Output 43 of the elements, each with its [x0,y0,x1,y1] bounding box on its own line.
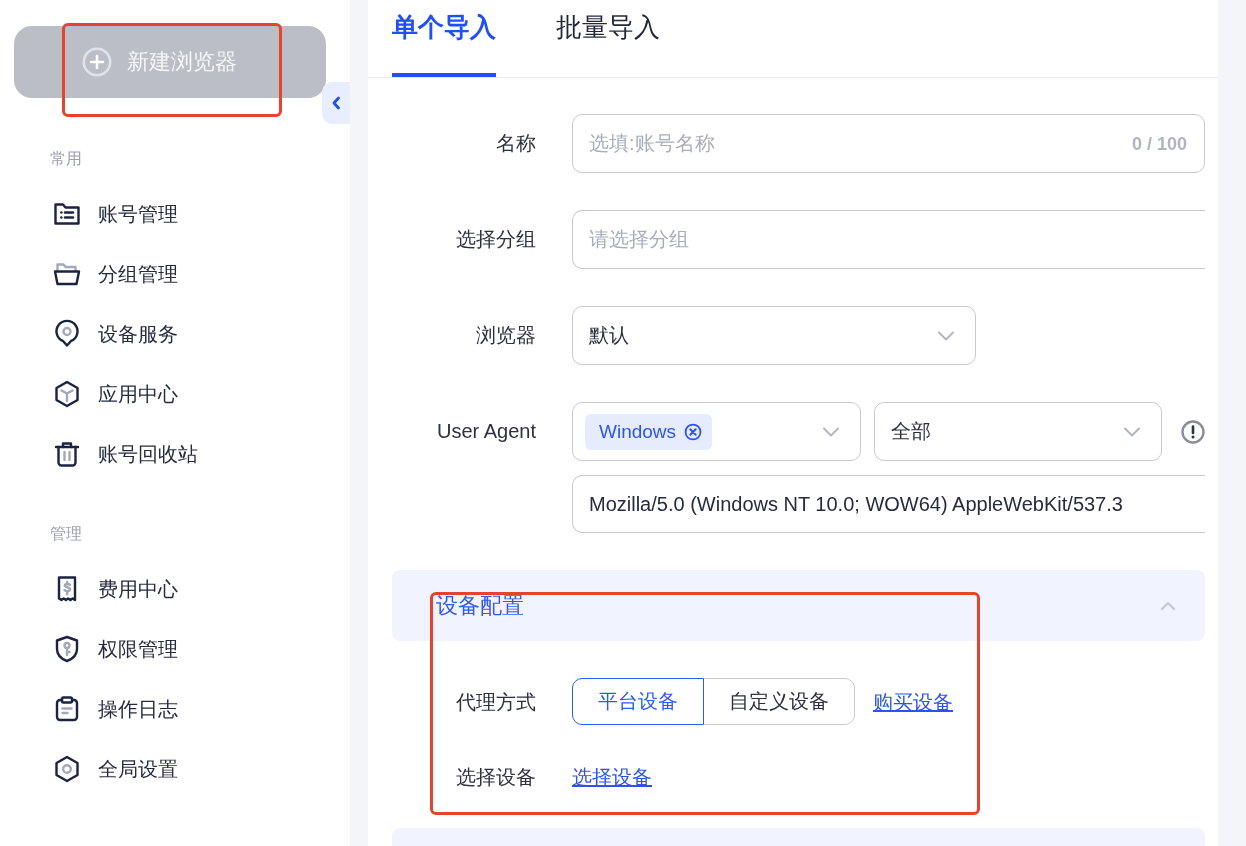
cube-icon [52,379,82,409]
chevron-down-icon [1123,426,1141,437]
sidebar-item[interactable]: 设备服务 [36,304,330,364]
sidebar-item[interactable]: 全局设置 [36,739,330,799]
select-field[interactable]: 全部 [874,402,1162,461]
select-field[interactable]: 默认 [572,306,976,365]
tab[interactable]: 批量导入 [556,0,660,77]
segment-option[interactable]: 自定义设备 [703,678,855,725]
group-picker-field[interactable]: 请选择分组 [572,210,1205,269]
tab[interactable]: 单个导入 [392,0,496,77]
settings-icon [52,754,82,784]
exclamation-circle-icon[interactable] [1181,419,1205,444]
plus-circle-icon [82,47,112,77]
field-label: 代理方式 [456,689,536,715]
user-agent-field[interactable]: Mozilla/5.0 (Windows NT 10.0; WOW64) AppleWebKit/537.3 [572,475,1205,533]
field-label: User Agent [437,420,536,443]
segment-option[interactable]: 平台设备 [572,678,704,725]
field-label: 选择设备 [456,765,536,790]
location-pin-icon [52,319,82,349]
field-label: 选择分组 [456,227,536,252]
sidebar-item[interactable]: 权限管理 [36,619,330,679]
sidebar-section-title: 管理 [50,524,82,544]
field-label: 浏览器 [476,323,536,348]
sidebar-item[interactable]: 账号回收站 [36,424,330,484]
close-icon[interactable] [684,422,703,441]
char-counter: 0 / 100 [1131,133,1187,154]
sidebar-item[interactable]: 费用中心 [36,559,330,619]
chevron-left-icon [331,96,341,110]
multi-select-field[interactable]: Windows [572,402,861,461]
text-link[interactable]: 购买设备 [873,686,953,717]
sidebar-section-title: 常用 [50,149,82,169]
trash-icon [52,439,82,469]
text-link[interactable]: 选择设备 [572,762,652,792]
filter-tag[interactable]: Windows [585,413,713,450]
chevron-down-icon [937,330,955,341]
chevron-down-icon [822,426,840,437]
collapse-sidebar-button[interactable] [322,82,350,124]
sidebar-item[interactable]: 应用中心 [36,364,330,424]
sidebar-item[interactable]: 操作日志 [36,679,330,739]
sidebar-item[interactable]: 分组管理 [36,244,330,304]
field-label: 名称 [496,131,536,156]
sidebar-item[interactable]: 账号管理 [36,184,330,244]
section-header[interactable]: 设备配置 [392,570,1205,641]
